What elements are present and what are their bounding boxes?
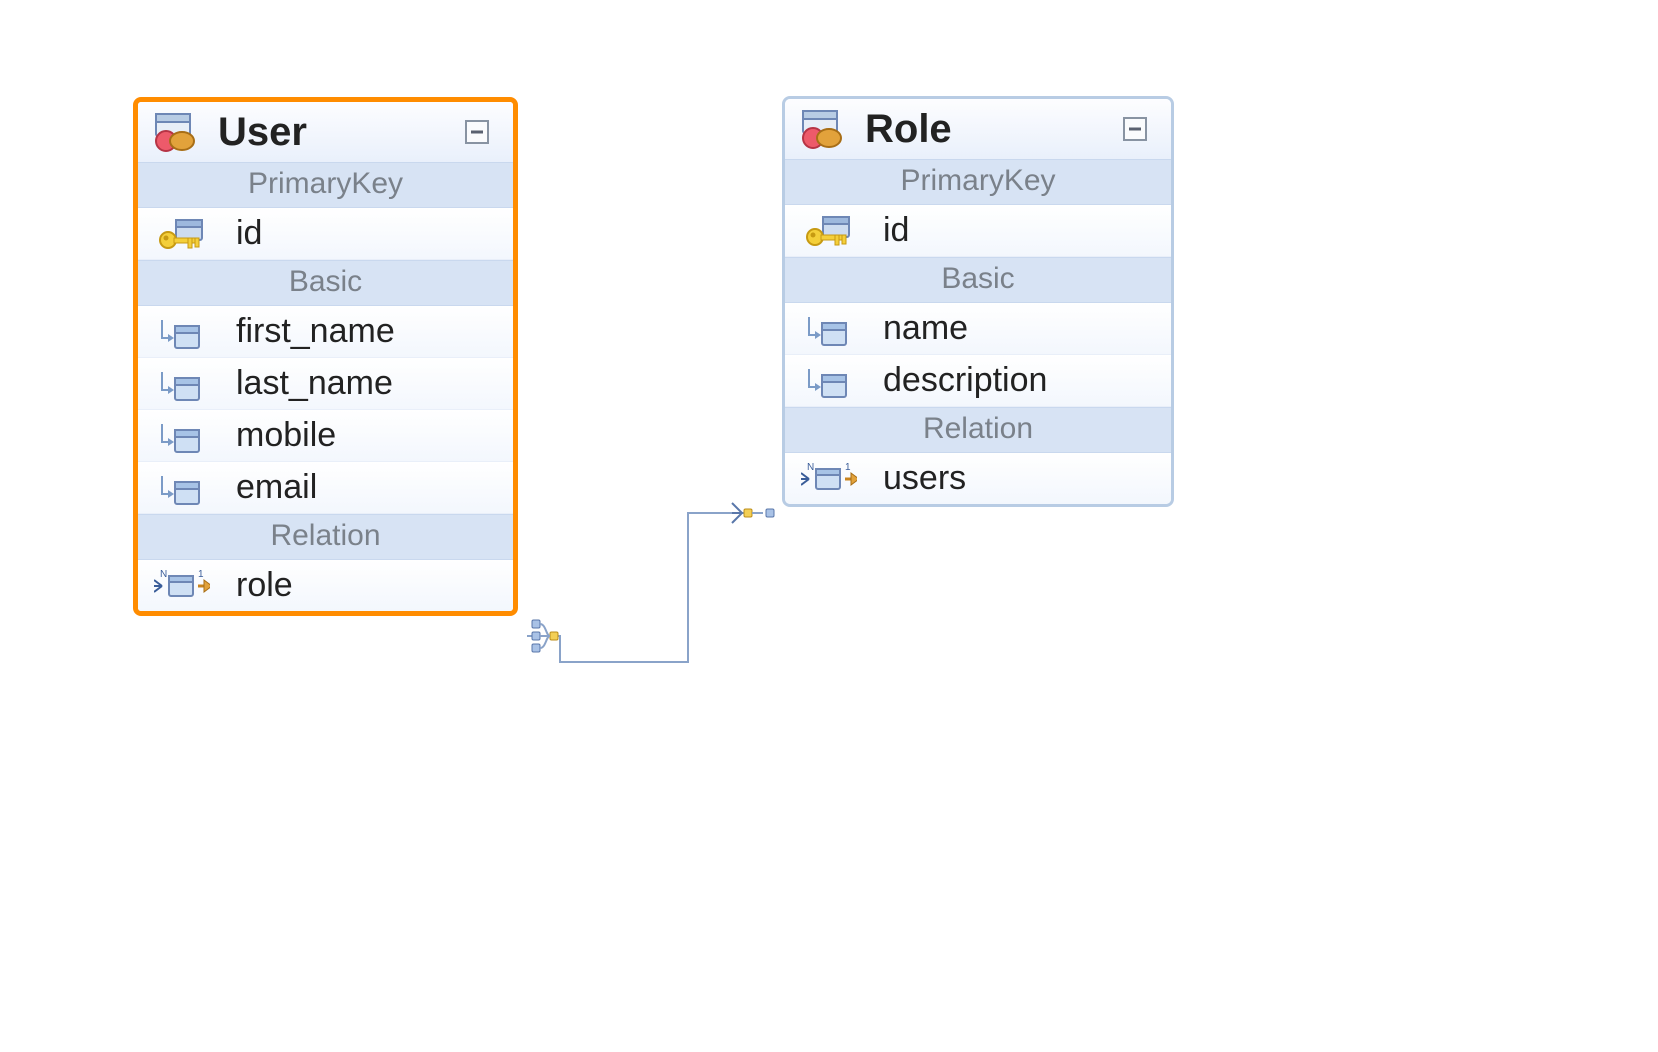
connector-endpoints	[0, 0, 1658, 1052]
